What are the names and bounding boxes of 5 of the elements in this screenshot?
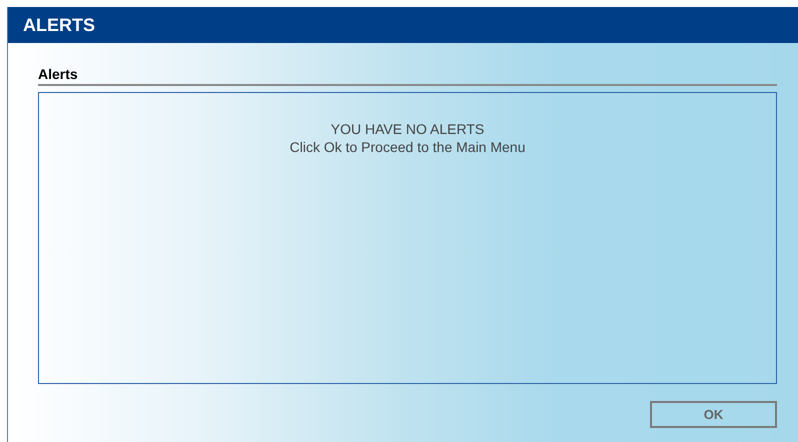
window-title: ALERTS <box>23 14 95 36</box>
message-text: YOU HAVE NO ALERTS <box>330 120 484 138</box>
message-text: Click Ok to Proceed to the Main Menu <box>290 138 526 156</box>
ok-button[interactable]: OK <box>650 401 777 428</box>
section-title: Alerts <box>38 65 79 83</box>
